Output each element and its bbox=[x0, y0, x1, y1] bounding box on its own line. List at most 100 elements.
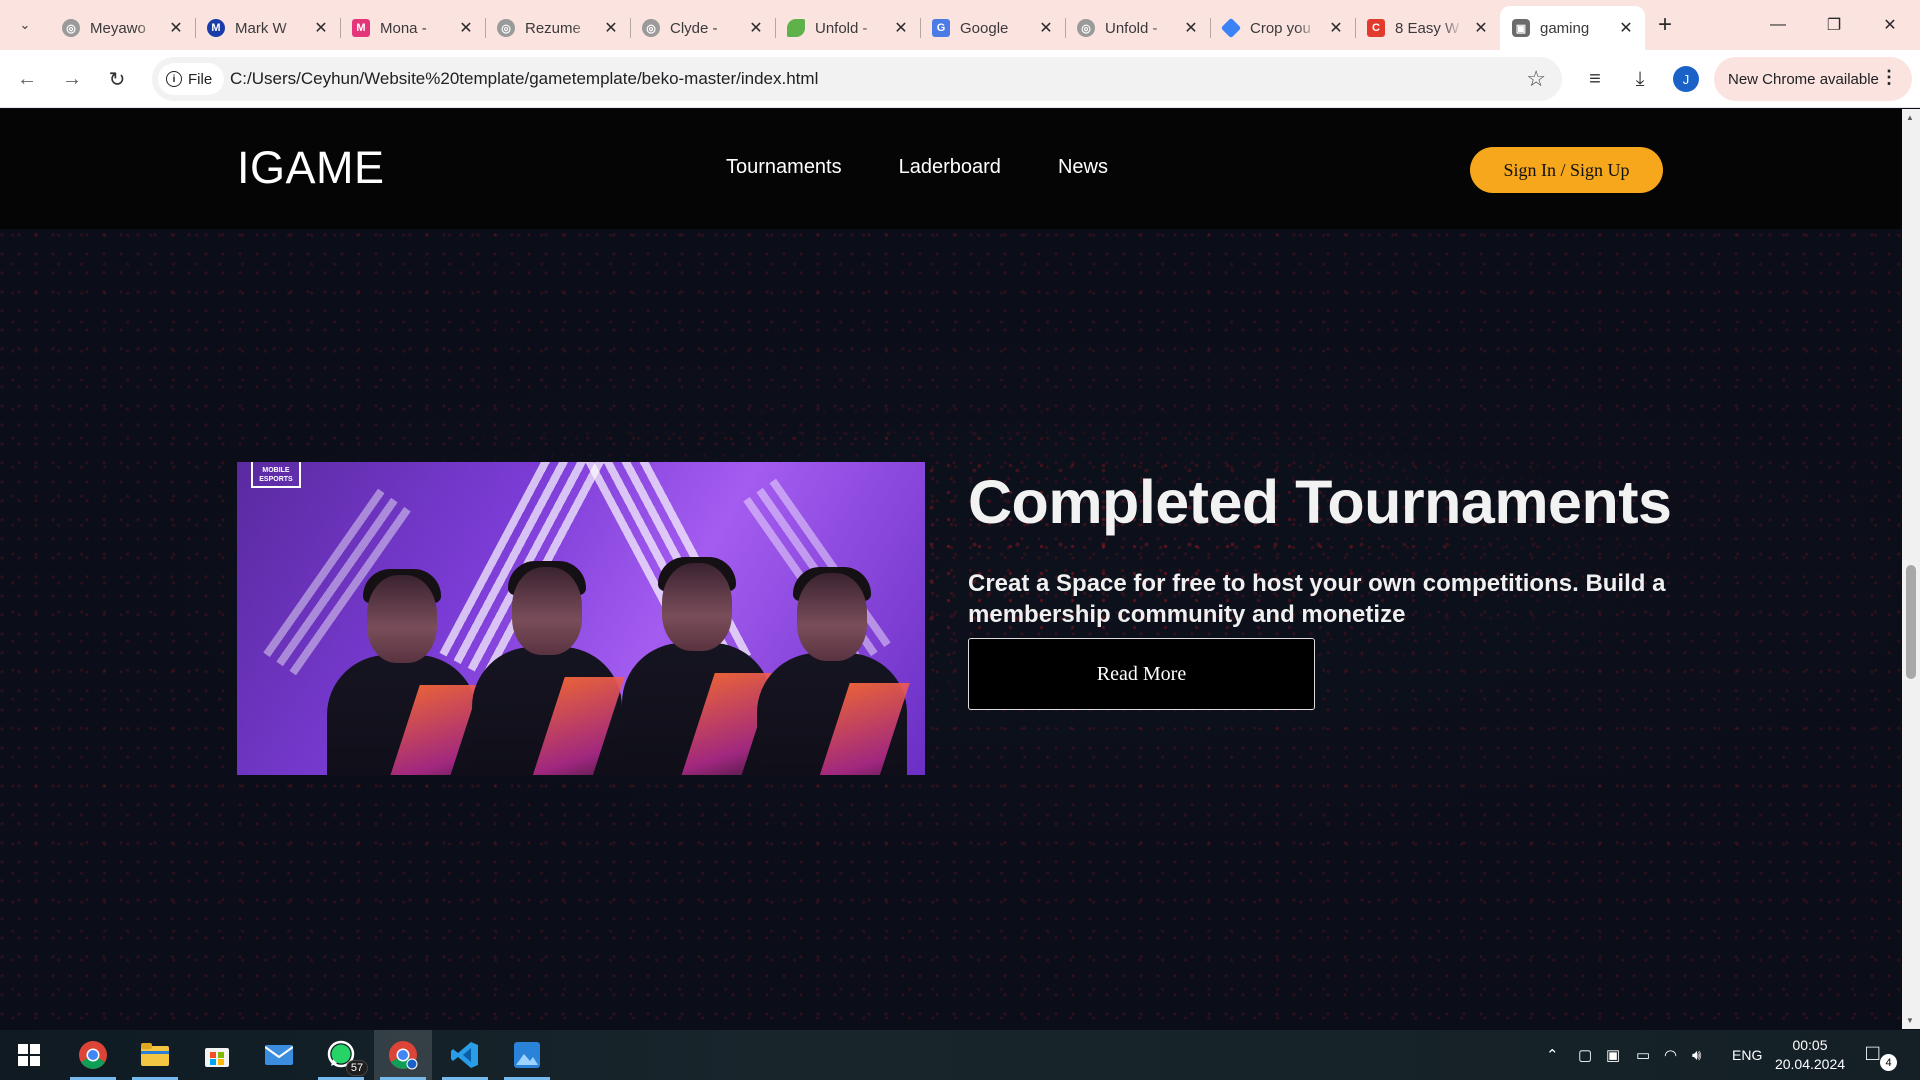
controller-icon: ▣ bbox=[1512, 19, 1530, 37]
scheme-label: File bbox=[188, 70, 213, 88]
battery-icon: ▭ bbox=[1636, 1047, 1651, 1064]
tray-security[interactable]: ▣ bbox=[1606, 1030, 1620, 1080]
scroll-up-icon[interactable]: ▲ bbox=[1906, 113, 1914, 122]
info-icon: i bbox=[166, 71, 182, 87]
profile-avatar[interactable]: J bbox=[1673, 66, 1699, 92]
close-icon[interactable]: ✕ bbox=[1182, 18, 1200, 38]
tray-wifi[interactable]: ◠ bbox=[1664, 1030, 1677, 1080]
tray-volume[interactable]: 🔊︎ bbox=[1692, 1030, 1701, 1080]
mobile-esports-logo: MOBILE ESPORTS bbox=[251, 462, 301, 488]
address-bar[interactable]: i File C:/Users/Ceyhun/Website%20templat… bbox=[152, 57, 1562, 101]
section-title: Completed Tournaments bbox=[968, 468, 1672, 536]
message-icon: □ bbox=[1866, 1040, 1880, 1065]
tab-0[interactable]: ◎ Meyawo ✕ bbox=[50, 6, 195, 50]
downloads-button[interactable]: ⤓ bbox=[1623, 62, 1657, 96]
tray-battery[interactable]: ▭ bbox=[1636, 1030, 1650, 1080]
taskbar-mail[interactable] bbox=[250, 1030, 308, 1080]
globe-icon: ◎ bbox=[497, 19, 515, 37]
close-icon[interactable]: ✕ bbox=[1472, 18, 1490, 38]
tab-strip: ⌄ ◎ Meyawo ✕ M Mark W ✕ M Mona - ✕ ◎ Rez… bbox=[0, 0, 1920, 50]
tab-gaming-active[interactable]: ▣ gaming ✕ bbox=[1500, 6, 1645, 50]
page-viewport: IGAME Tournaments Laderboard News Sign I… bbox=[0, 109, 1902, 1029]
taskbar-vscode[interactable] bbox=[436, 1030, 494, 1080]
plus-icon: + bbox=[1657, 11, 1672, 38]
nav-link-news[interactable]: News bbox=[1058, 156, 1108, 179]
c-red-icon: C bbox=[1367, 19, 1385, 37]
arrow-right-icon: → bbox=[62, 67, 82, 90]
read-more-button[interactable]: Read More bbox=[968, 638, 1315, 710]
tab-4[interactable]: ◎ Clyde - ✕ bbox=[630, 6, 775, 50]
vscode-icon bbox=[451, 1042, 478, 1068]
tab-title: 8 Easy W bbox=[1395, 19, 1460, 37]
url-text[interactable]: C:/Users/Ceyhun/Website%20template/gamet… bbox=[230, 69, 818, 89]
taskbar-store[interactable] bbox=[188, 1030, 246, 1080]
close-icon[interactable]: ✕ bbox=[1037, 18, 1055, 38]
chrome-icon bbox=[389, 1041, 418, 1070]
bookmark-star-icon[interactable]: ☆ bbox=[1526, 66, 1546, 92]
close-icon[interactable]: ✕ bbox=[747, 18, 765, 38]
chrome-update-button[interactable]: New Chrome available ⋮ bbox=[1714, 57, 1912, 101]
minimize-button[interactable]: — bbox=[1750, 0, 1806, 50]
forward-button[interactable]: → bbox=[55, 62, 89, 96]
tab-2[interactable]: M Mona - ✕ bbox=[340, 6, 485, 50]
close-icon: ✕ bbox=[1883, 17, 1897, 34]
scroll-thumb[interactable] bbox=[1906, 565, 1916, 679]
close-icon[interactable]: ✕ bbox=[892, 18, 910, 38]
chevron-up-icon: ⌃ bbox=[1546, 1047, 1559, 1064]
show-hidden-icons[interactable]: ⌃ bbox=[1546, 1030, 1559, 1080]
globe-icon: ◎ bbox=[1077, 19, 1095, 37]
tab-title: Clyde - bbox=[670, 19, 718, 37]
site-nav: Tournaments Laderboard News bbox=[726, 156, 1108, 179]
taskbar-whatsapp[interactable]: 57 bbox=[312, 1030, 370, 1080]
new-tab-button[interactable]: + bbox=[1650, 8, 1680, 42]
close-icon[interactable]: ✕ bbox=[602, 18, 620, 38]
section-description: Creat a Space for free to host your own … bbox=[968, 570, 1666, 628]
site-logo[interactable]: IGAME bbox=[237, 142, 385, 194]
camera-icon: ▢ bbox=[1578, 1047, 1593, 1064]
taskbar-chrome[interactable] bbox=[64, 1030, 122, 1080]
notification-center[interactable]: □ 4 bbox=[1866, 1040, 1897, 1071]
player-head bbox=[367, 575, 437, 663]
mail-icon bbox=[265, 1045, 293, 1065]
tab-7[interactable]: ◎ Unfold - ✕ bbox=[1065, 6, 1210, 50]
sign-in-button[interactable]: Sign In / Sign Up bbox=[1470, 147, 1663, 193]
scroll-down-icon[interactable]: ▼ bbox=[1906, 1016, 1914, 1025]
close-icon[interactable]: ✕ bbox=[312, 18, 330, 38]
language-indicator[interactable]: ENG bbox=[1732, 1030, 1762, 1080]
restore-icon: ❐ bbox=[1826, 17, 1842, 34]
taskbar-chrome-profile[interactable] bbox=[374, 1030, 432, 1080]
close-window-button[interactable]: ✕ bbox=[1862, 0, 1918, 50]
tab-search-button[interactable]: ⌄ bbox=[10, 10, 40, 40]
tab-1[interactable]: M Mark W ✕ bbox=[195, 6, 340, 50]
more-vert-icon: ⋮ bbox=[1880, 67, 1898, 87]
close-icon[interactable]: ✕ bbox=[1327, 18, 1345, 38]
close-icon[interactable]: ✕ bbox=[1617, 18, 1635, 38]
tab-title: Meyawo bbox=[90, 19, 146, 37]
google-translate-icon: G bbox=[932, 19, 950, 37]
restore-button[interactable]: ❐ bbox=[1806, 0, 1862, 50]
taskbar-photos[interactable] bbox=[498, 1030, 556, 1080]
nav-link-leaderboard[interactable]: Laderboard bbox=[899, 156, 1001, 179]
nav-link-tournaments[interactable]: Tournaments bbox=[726, 156, 842, 179]
tab-9[interactable]: C 8 Easy W ✕ bbox=[1355, 6, 1500, 50]
photos-icon bbox=[514, 1042, 540, 1068]
back-button[interactable]: ← bbox=[10, 62, 44, 96]
reload-button[interactable]: ↻ bbox=[100, 62, 134, 96]
start-button[interactable] bbox=[0, 1030, 58, 1080]
tab-6[interactable]: G Google ✕ bbox=[920, 6, 1065, 50]
media-controls-button[interactable]: ≡ bbox=[1578, 62, 1612, 96]
clock-date: 20.04.2024 bbox=[1774, 1056, 1846, 1072]
tab-3[interactable]: ◎ Rezume ✕ bbox=[485, 6, 630, 50]
tab-5[interactable]: Unfold - ✕ bbox=[775, 6, 920, 50]
taskbar-clock[interactable]: 00:05 20.04.2024 bbox=[1760, 1036, 1860, 1074]
page-scrollbar[interactable]: ▲ ▼ bbox=[1902, 109, 1920, 1029]
player-figure bbox=[622, 557, 775, 775]
site-info-chip[interactable]: i File bbox=[158, 63, 225, 95]
close-icon[interactable]: ✕ bbox=[167, 18, 185, 38]
player-head bbox=[662, 563, 732, 651]
taskbar-file-explorer[interactable] bbox=[126, 1030, 184, 1080]
tray-meet[interactable]: ▢ bbox=[1578, 1030, 1592, 1080]
tab-list: ◎ Meyawo ✕ M Mark W ✕ M Mona - ✕ ◎ Rezum… bbox=[50, 6, 1645, 50]
close-icon[interactable]: ✕ bbox=[457, 18, 475, 38]
tab-8[interactable]: Crop you ✕ bbox=[1210, 6, 1355, 50]
